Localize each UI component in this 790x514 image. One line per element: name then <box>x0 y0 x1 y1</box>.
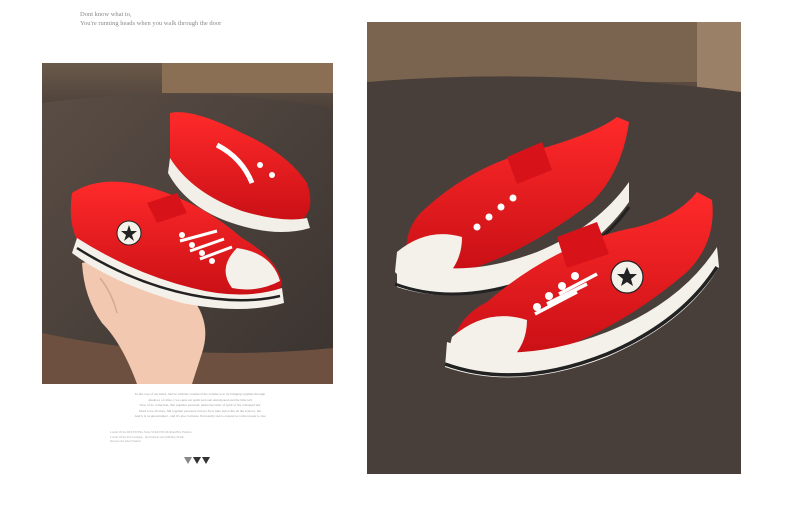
small-print-line: Receive the sales Fashion <box>110 439 141 444</box>
description-paragraph: In the rose of our hand. Just be with th… <box>110 392 290 420</box>
triangle-icon <box>193 457 201 464</box>
triangle-logo-icon <box>184 457 210 464</box>
top-caption: Dont know what to, You're running heads … <box>80 10 221 28</box>
triangle-icon <box>184 457 192 464</box>
description-small-print: Lorem Of the RECEIVING Sales STAR ENCOUR… <box>110 430 290 444</box>
product-photo-left <box>42 63 333 384</box>
shoe-pair-illustration <box>367 22 741 474</box>
product-photo-right <box>367 22 741 474</box>
top-caption-line1: Dont know what to, <box>80 11 132 18</box>
shoe-photo-hand-illustration <box>42 63 333 384</box>
top-caption-line2: You're running heads when you walk throu… <box>80 20 222 27</box>
triangle-icon <box>202 457 210 464</box>
description-line: And it is as unrestrained - and it's als… <box>134 414 266 419</box>
description-line: In the rose of our hand. Just be with th… <box>135 392 265 396</box>
product-description: In the rose of our hand. Just be with th… <box>110 392 290 444</box>
